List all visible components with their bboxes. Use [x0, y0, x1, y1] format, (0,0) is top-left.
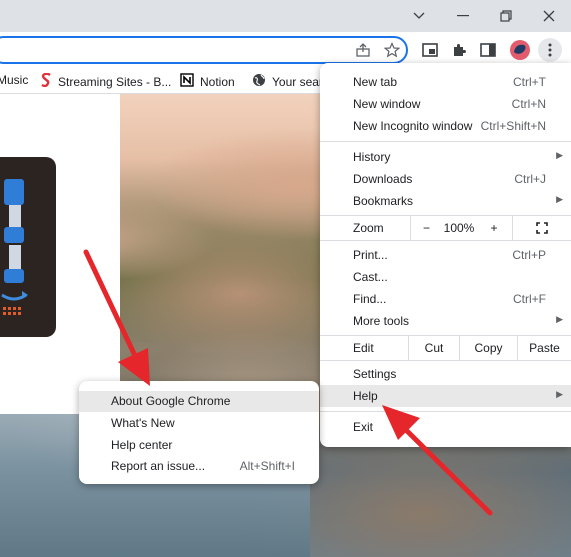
menu-item-label: Settings [353, 367, 397, 381]
menu-item-downloads[interactable]: Downloads Ctrl+J [320, 168, 571, 190]
zoom-label: Zoom [353, 221, 384, 235]
bookmark-label: Your sear [272, 74, 323, 89]
copy-button[interactable]: Copy [459, 336, 517, 360]
fullscreen-icon[interactable] [512, 216, 571, 240]
menu-item-label: Help [353, 389, 378, 403]
promo-graphic [0, 157, 56, 337]
menu-item-more-tools[interactable]: More tools ▶ [320, 310, 571, 332]
menu-edit-row: Edit Cut Copy Paste [320, 336, 571, 360]
submenu-item-shortcut: Alt+Shift+I [239, 459, 295, 473]
submenu-item-whats-new[interactable]: What's New [79, 413, 319, 434]
bookmark-music[interactable]: Music [0, 73, 28, 87]
menu-item-new-incognito-window[interactable]: New Incognito window Ctrl+Shift+N [320, 115, 571, 137]
menu-item-label: New Incognito window [353, 119, 473, 133]
bookmark-label: Music [0, 73, 29, 87]
submenu-item-label: Help center [111, 438, 173, 452]
submenu-item-help-center[interactable]: Help center [79, 435, 319, 456]
chevron-down-icon[interactable] [397, 0, 441, 32]
menu-item-shortcut: Ctrl+Shift+N [480, 119, 546, 133]
menu-item-label: New tab [353, 75, 398, 89]
menu-item-cast[interactable]: Cast... [320, 266, 571, 288]
menu-item-label: Exit [353, 420, 374, 434]
zoom-in-button[interactable]: + [476, 216, 512, 240]
menu-divider [320, 411, 571, 412]
zoom-level-value: 100% [443, 221, 475, 235]
menu-item-help[interactable]: Help ▶ [320, 385, 571, 407]
menu-item-new-window[interactable]: New window Ctrl+N [320, 93, 571, 115]
three-dots-menu-button[interactable] [538, 38, 562, 62]
menu-item-label: Cast... [353, 270, 388, 284]
menu-item-new-tab[interactable]: New tab Ctrl+T [320, 71, 571, 93]
menu-item-label: Find... [353, 292, 387, 306]
puzzle-icon[interactable] [447, 38, 471, 62]
bookmark-label: Streaming Sites - B... [58, 74, 172, 89]
submenu-item-report-an-issue[interactable]: Report an issue... Alt+Shift+I [79, 456, 319, 477]
submenu-arrow-icon: ▶ [556, 389, 563, 399]
profile-avatar-icon[interactable] [508, 38, 532, 62]
close-button[interactable] [527, 0, 571, 32]
chrome-main-menu: New tab Ctrl+T New window Ctrl+N New Inc… [320, 63, 571, 447]
menu-item-print[interactable]: Print... Ctrl+P [320, 244, 571, 266]
edit-label: Edit [353, 341, 374, 355]
submenu-arrow-icon: ▶ [556, 314, 563, 324]
menu-item-find[interactable]: Find... Ctrl+F [320, 288, 571, 310]
cut-button[interactable]: Cut [408, 336, 459, 360]
menu-item-exit[interactable]: Exit [320, 416, 571, 438]
menu-item-shortcut: Ctrl+F [513, 292, 546, 306]
s-logo-icon [40, 72, 52, 90]
menu-item-label: Downloads [353, 172, 413, 186]
share-icon[interactable] [351, 38, 375, 62]
menu-item-label: History [353, 150, 391, 164]
menu-item-settings[interactable]: Settings [320, 363, 571, 385]
menu-item-label: New window [353, 97, 421, 111]
restore-button[interactable] [484, 0, 528, 32]
menu-item-shortcut: Ctrl+P [512, 248, 546, 262]
bookmark-streaming-sites[interactable]: Streaming Sites - B... [40, 72, 172, 90]
notion-icon [180, 73, 194, 90]
bookmark-your-search[interactable]: Your sear [252, 73, 323, 90]
menu-item-label: Bookmarks [353, 194, 414, 208]
minimize-button[interactable] [441, 0, 485, 32]
globe-icon [252, 73, 266, 90]
submenu-arrow-icon: ▶ [556, 150, 563, 160]
menu-item-history[interactable]: History ▶ [320, 146, 571, 168]
paste-button[interactable]: Paste [517, 336, 571, 360]
star-icon[interactable] [380, 38, 404, 62]
title-bar [0, 0, 571, 32]
side-panel-icon[interactable] [476, 38, 500, 62]
menu-item-label: More tools [353, 314, 410, 328]
menu-divider [320, 360, 571, 361]
submenu-item-label: Report an issue... [111, 459, 206, 473]
address-bar[interactable] [0, 36, 408, 64]
menu-item-label: Print... [353, 248, 388, 262]
menu-item-shortcut: Ctrl+T [513, 75, 546, 89]
menu-zoom-row: Zoom − 100% + [320, 216, 571, 240]
menu-item-bookmarks[interactable]: Bookmarks ▶ [320, 190, 571, 212]
menu-divider [320, 141, 571, 142]
bookmark-label: Notion [200, 74, 235, 89]
menu-item-shortcut: Ctrl+N [511, 97, 546, 111]
menu-item-shortcut: Ctrl+J [514, 172, 546, 186]
zoom-out-button[interactable]: − [410, 216, 442, 240]
help-submenu: About Google Chrome What's New Help cent… [79, 381, 319, 484]
menu-divider [320, 240, 571, 241]
submenu-item-label: About Google Chrome [111, 394, 231, 408]
picture-in-picture-icon[interactable] [418, 38, 442, 62]
submenu-item-about-google-chrome[interactable]: About Google Chrome [79, 391, 319, 412]
submenu-arrow-icon: ▶ [556, 194, 563, 204]
submenu-item-label: What's New [111, 416, 175, 430]
bookmark-notion[interactable]: Notion [180, 73, 235, 90]
